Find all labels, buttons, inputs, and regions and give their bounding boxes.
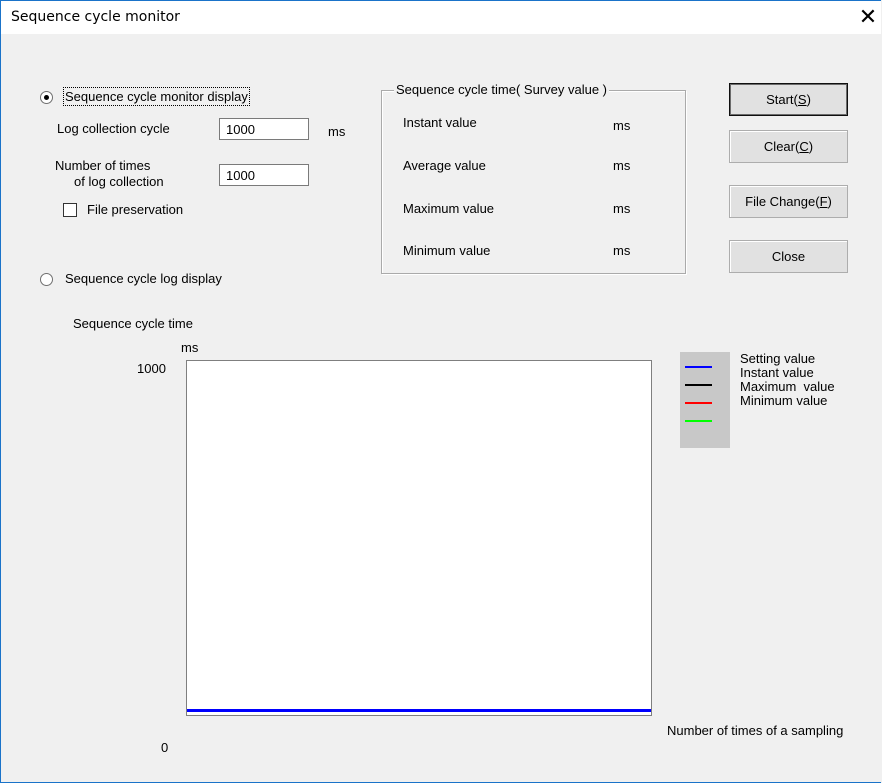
file-change-button-label-end: ) xyxy=(827,194,832,209)
close-button[interactable]: Close xyxy=(729,240,848,273)
file-preservation-checkbox[interactable] xyxy=(63,203,77,217)
legend-swatch-maximum xyxy=(685,402,712,404)
clear-button-label-end: ) xyxy=(808,139,814,154)
clear-button-accesskey: C xyxy=(799,139,809,154)
title-bar: Sequence cycle monitor ✕ xyxy=(1,1,881,34)
maximum-value-label: Maximum value xyxy=(403,201,495,216)
log-display-radio-label[interactable]: Sequence cycle log display xyxy=(65,271,222,286)
radio-selected-dot xyxy=(44,95,49,100)
window-title: Sequence cycle monitor xyxy=(11,9,180,25)
clear-button[interactable]: Clear(C) xyxy=(729,130,848,163)
legend-label-instant: Instant value xyxy=(740,365,814,380)
legend-swatch-setting xyxy=(685,366,712,368)
file-change-button-label: File Change( xyxy=(745,194,820,209)
monitor-display-radio-label[interactable]: Sequence cycle monitor display xyxy=(63,87,250,106)
close-window-icon[interactable]: ✕ xyxy=(855,5,881,31)
average-value-unit: ms xyxy=(613,158,631,173)
log-collection-cycle-label: Log collection cycle xyxy=(57,121,170,136)
maximum-value-unit: ms xyxy=(613,201,631,216)
log-display-radio[interactable] xyxy=(40,273,53,286)
legend-label-setting: Setting value xyxy=(740,351,816,366)
start-button-accesskey: S xyxy=(797,92,807,107)
minimum-value-label: Minimum value xyxy=(403,243,491,258)
log-collection-cycle-unit: ms xyxy=(328,124,346,139)
y-axis-max-label: 1000 xyxy=(137,361,166,376)
survey-group-title: Sequence cycle time( Survey value ) xyxy=(394,82,609,97)
legend-swatch-instant xyxy=(685,384,712,386)
clear-button-label: Clear( xyxy=(763,139,800,154)
legend-label-maximum: Maximum value xyxy=(740,379,835,394)
legend-label-minimum: Minimum value xyxy=(740,393,828,408)
instant-value-label: Instant value xyxy=(403,115,477,130)
file-change-button-accesskey: F xyxy=(819,194,828,209)
instant-value-unit: ms xyxy=(613,118,631,133)
legend-swatch-minimum xyxy=(685,420,712,422)
dialog-window: Sequence cycle monitor ✕ Sequence cycle … xyxy=(0,0,881,783)
file-preservation-label: File preservation xyxy=(87,202,184,217)
minimum-value-unit: ms xyxy=(613,243,631,258)
log-collection-cycle-input[interactable] xyxy=(219,118,309,140)
start-button[interactable]: Start(S) xyxy=(729,83,848,116)
monitor-display-radio[interactable] xyxy=(40,91,53,104)
file-change-button[interactable]: File Change(F) xyxy=(729,185,848,218)
num-times-label-line2: of log collection xyxy=(74,174,164,189)
num-times-log-collection-input[interactable] xyxy=(219,164,309,186)
setting-value-line xyxy=(187,709,651,712)
graph-plot-area xyxy=(186,360,652,716)
graph-title: Sequence cycle time xyxy=(73,316,193,331)
y-axis-unit: ms xyxy=(181,340,199,355)
y-axis-min-label: 0 xyxy=(161,740,169,755)
x-axis-label: Number of times of a sampling xyxy=(667,723,844,738)
num-times-label-line1: Number of times xyxy=(55,158,151,173)
average-value-label: Average value xyxy=(403,158,486,173)
start-button-label: Start( xyxy=(766,92,798,107)
start-button-label-end: ) xyxy=(806,92,811,107)
